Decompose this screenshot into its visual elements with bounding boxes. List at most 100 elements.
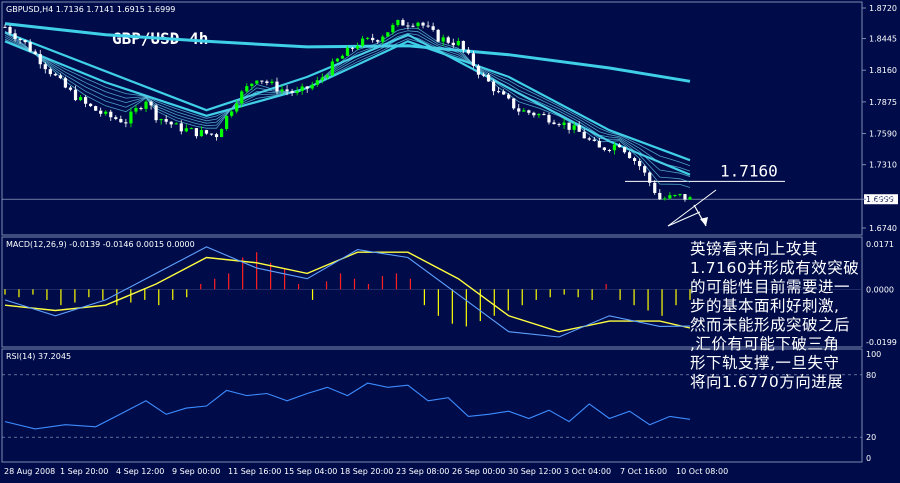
time-tick-label: 4 Sep 12:00 [116, 467, 164, 476]
candle-body [154, 105, 158, 121]
candle-body [622, 147, 627, 153]
candle-body [43, 64, 47, 70]
candle-body [300, 86, 304, 92]
candle-body [320, 77, 324, 81]
candle-body [109, 111, 113, 118]
candle-body [139, 108, 143, 110]
candle-body [149, 101, 153, 106]
rsi-indicator [4, 382, 691, 430]
rsi-tick-label: 0 [866, 454, 871, 463]
candle-body [169, 121, 173, 125]
candle-body [663, 198, 667, 200]
candle-body [270, 81, 274, 83]
time-tick-label: 9 Sep 00:00 [172, 467, 220, 476]
candle-body [451, 42, 455, 46]
candle-body [53, 74, 57, 76]
candle-body [104, 111, 108, 114]
price-tick-label: 1.6999 [869, 195, 897, 204]
candle-body [164, 119, 168, 122]
time-tick-label: 28 Aug 2008 [4, 467, 55, 476]
annotation-line: 步的基本面利好刺激, [690, 297, 840, 315]
candle-body [260, 80, 264, 82]
candle-body [325, 75, 329, 78]
trading-chart-window: GBPUSD,H4 1.7136 1.7141 1.6915 1.6999 GB… [0, 0, 900, 483]
candle-body [668, 195, 672, 199]
price-tick-label: 1.7310 [869, 161, 897, 170]
candle-body [542, 114, 546, 116]
analysis-annotation: 英镑看来向上攻其 1.7160并形成有效突破 的可能性目前需要进一 步的基本面利… [690, 240, 890, 392]
candle-body [174, 123, 178, 125]
candle-body [366, 37, 370, 39]
candle-body [199, 130, 204, 137]
ribbon-moving-average-line [4, 38, 691, 167]
candle-body [673, 195, 677, 197]
rsi-header: RSI(14) 37.2045 [6, 352, 71, 361]
candle-body [577, 125, 581, 132]
time-tick-label: 7 Oct 16:00 [620, 467, 667, 476]
annotation-line: 的可能性目前需要进一 [690, 278, 851, 296]
candle-body [114, 117, 118, 119]
candle-body [683, 194, 687, 200]
time-tick-label: 30 Sep 12:00 [508, 467, 561, 476]
candle-body [456, 40, 460, 46]
time-tick-label: 26 Sep 00:00 [452, 467, 505, 476]
candle-body [89, 103, 93, 107]
candle-body [557, 124, 561, 126]
candle-body [406, 25, 410, 27]
candle-body [345, 47, 350, 56]
candle-body [607, 149, 612, 151]
candle-body [94, 106, 98, 111]
candle-body [582, 131, 586, 139]
candle-body [381, 36, 385, 42]
candle-body [617, 144, 622, 148]
candle-body [340, 55, 345, 59]
candle-body [144, 101, 148, 109]
candle-body [240, 91, 244, 104]
candle-body [572, 125, 576, 130]
candle-body [23, 40, 27, 43]
candle-body [497, 91, 501, 93]
candle-body [461, 40, 465, 50]
candle-body [648, 172, 652, 183]
candle-body [83, 97, 88, 104]
candle-body [68, 87, 73, 90]
candle-body [8, 26, 12, 34]
candle-body [355, 45, 360, 49]
candle-body [204, 130, 209, 134]
candle-body [386, 32, 390, 37]
candle-body [587, 138, 591, 140]
candle-body [597, 140, 601, 148]
price-tick-label: 1.8160 [869, 66, 897, 75]
candle-body [235, 103, 239, 112]
candle-body [632, 158, 637, 161]
resistance-label: 1.7160 [720, 161, 778, 180]
macd-header: MACD(12,26,9) -0.0139 -0.0146 0.0015 0.0… [6, 240, 195, 249]
candle-body [552, 122, 556, 125]
price-tick-label: 1.8445 [869, 35, 897, 44]
annotation-line: 然而未能形成突破之后 [690, 316, 851, 334]
candle-body [411, 25, 415, 27]
candle-body [13, 33, 17, 39]
candle-body [295, 91, 299, 93]
candle-body [643, 166, 647, 173]
candle-body [436, 29, 440, 42]
candle-body [502, 91, 506, 95]
candle-body [350, 47, 355, 49]
candle-body [209, 133, 214, 135]
annotation-line: 形下轨支撑,一旦失守 [690, 354, 840, 372]
candle-body [627, 152, 632, 159]
main-header: GBPUSD,H4 1.7136 1.7141 1.6915 1.6999 [6, 5, 175, 14]
time-tick-label: 3 Oct 04:00 [564, 467, 611, 476]
candle-body [38, 54, 42, 65]
candle-body [290, 91, 294, 93]
candle-body [476, 65, 481, 75]
candle-body [28, 42, 32, 52]
annotation-line: 英镑看来向上攻其 [690, 240, 819, 258]
time-tick-label: 18 Sep 20:00 [340, 467, 393, 476]
candle-body [512, 98, 516, 109]
candle-body [245, 86, 249, 92]
candle-body [361, 38, 365, 46]
candle-body [275, 81, 279, 92]
candle-body [194, 128, 198, 137]
candle-body [678, 194, 682, 196]
